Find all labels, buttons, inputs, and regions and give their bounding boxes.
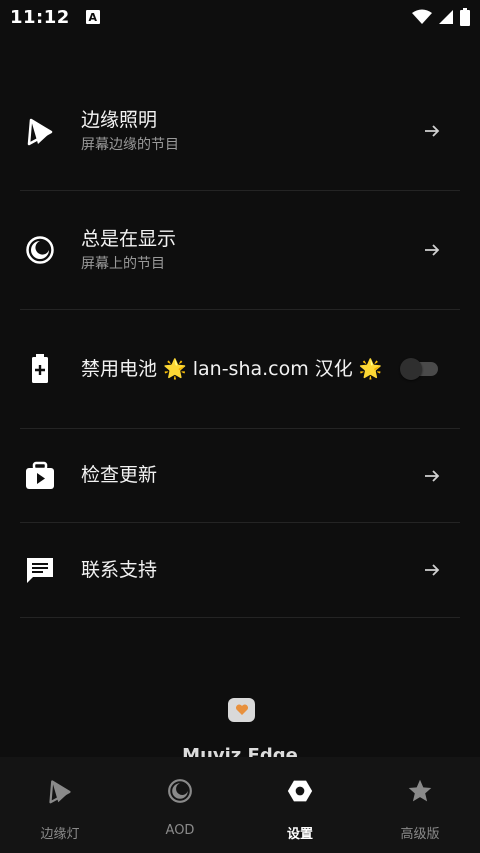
toggle-thumb (400, 358, 422, 380)
setting-disable-battery[interactable]: 禁用电池 🌟 lan-sha.com 汉化 🌟 (20, 310, 460, 429)
setting-contact-support[interactable]: 联系支持 (20, 523, 460, 618)
heart-icon (228, 698, 255, 722)
arrow-right-icon (420, 464, 444, 488)
aod-icon (20, 230, 60, 270)
settings-screen: 11:12 A 边缘照明 屏幕边缘的节目 总是在显示 屏幕上的节目 禁用电池 🌟… (0, 0, 480, 853)
setting-always-on-display[interactable]: 总是在显示 屏幕上的节目 (20, 191, 460, 310)
star-icon (406, 777, 434, 805)
battery-toggle[interactable] (400, 358, 438, 380)
status-icons (412, 8, 470, 26)
nav-label: AOD (165, 823, 195, 838)
nav-label: 边缘灯 (40, 827, 80, 842)
nav-item-settings[interactable]: 设置 (240, 757, 360, 853)
bottom-nav: 边缘灯 AOD 设置 高级版 (0, 757, 480, 853)
edge-lighting-icon (20, 111, 60, 151)
setting-subtitle: 屏幕上的节目 (81, 256, 165, 272)
nav-label: 高级版 (400, 827, 440, 842)
setting-edge-lighting[interactable]: 边缘照明 屏幕边缘的节目 (20, 72, 460, 191)
setting-check-update[interactable]: 检查更新 (20, 429, 460, 523)
setting-title: 边缘照明 (81, 109, 158, 131)
arrow-right-icon (420, 238, 444, 262)
nav-item-premium[interactable]: 高级版 (360, 757, 480, 853)
arrow-right-icon (420, 558, 444, 582)
update-icon (20, 456, 60, 496)
nav-label: 设置 (286, 827, 313, 842)
battery-icon (20, 349, 60, 389)
status-bar: 11:12 A (0, 0, 480, 34)
nav-item-aod[interactable]: AOD (120, 757, 240, 853)
support-chat-icon (20, 550, 60, 590)
edge-lighting-icon (46, 777, 74, 805)
settings-icon (286, 777, 314, 805)
arrow-right-icon (420, 119, 444, 143)
settings-list: 边缘照明 屏幕边缘的节目 总是在显示 屏幕上的节目 禁用电池 🌟 lan-sha… (20, 72, 460, 618)
setting-subtitle: 屏幕边缘的节目 (81, 137, 179, 153)
aod-icon (166, 777, 194, 805)
setting-title: 联系支持 (81, 558, 158, 581)
cell-signal-icon (438, 9, 454, 25)
setting-title: 检查更新 (81, 464, 158, 486)
notification-a-icon: A (85, 10, 100, 24)
setting-title: 禁用电池 🌟 lan-sha.com 汉化 🌟 (81, 357, 383, 380)
wifi-icon (412, 9, 432, 25)
status-time: 11:12 (10, 6, 70, 28)
setting-title: 总是在显示 (81, 228, 177, 250)
battery-status-icon (460, 8, 470, 26)
nav-item-edge-lighting[interactable]: 边缘灯 (0, 757, 120, 853)
